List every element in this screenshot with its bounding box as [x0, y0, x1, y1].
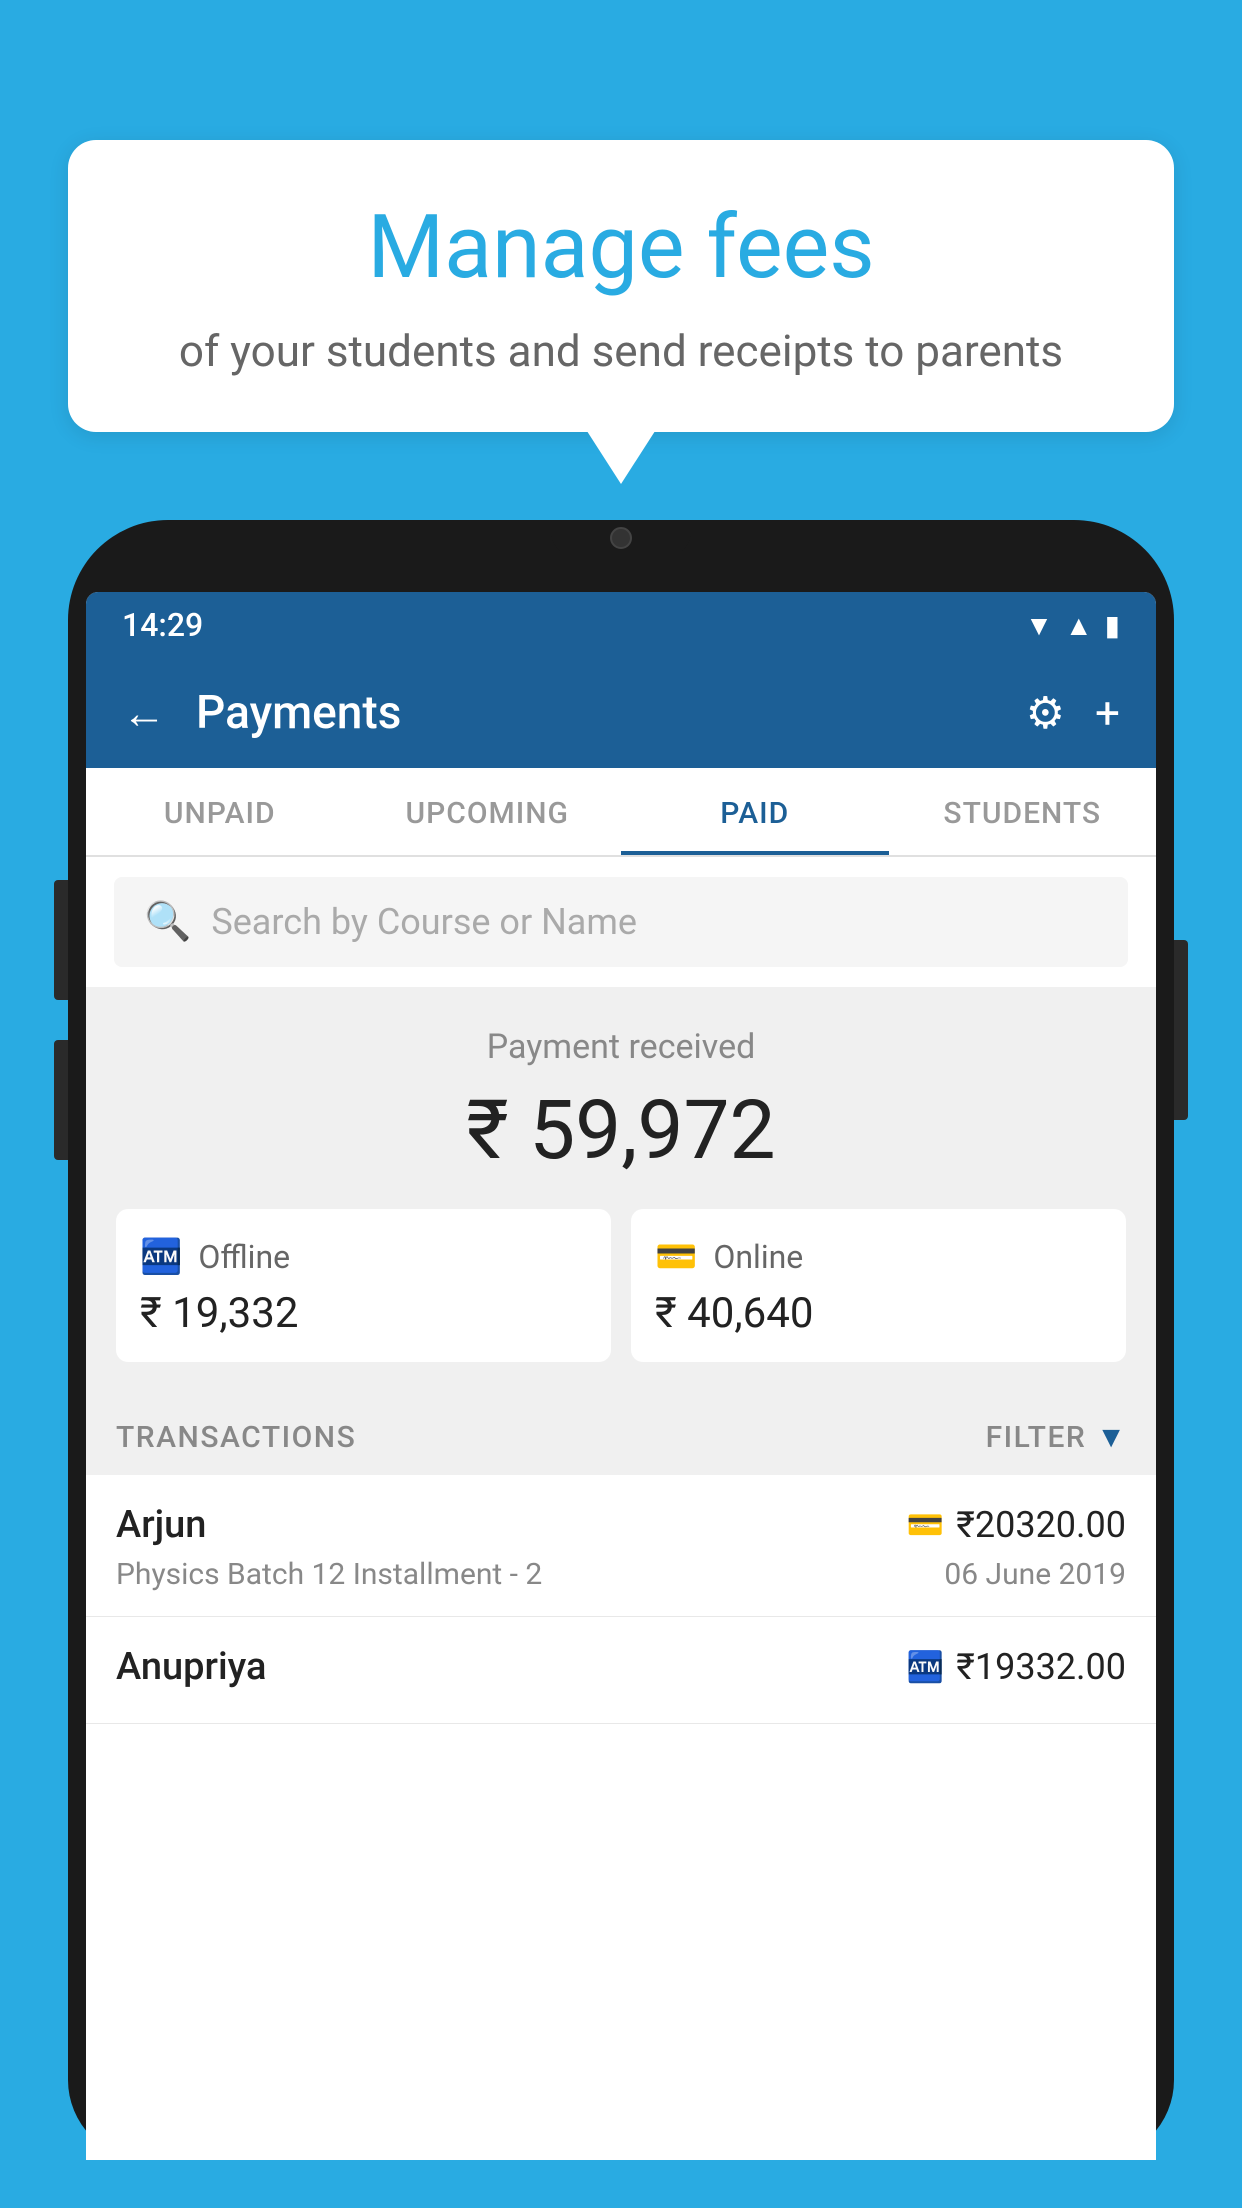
offline-label: Offline [198, 1238, 290, 1276]
offline-payment-icon: 🏧 [140, 1237, 182, 1277]
power-button[interactable] [1174, 940, 1188, 1120]
transaction-amount: ₹20320.00 [956, 1504, 1126, 1546]
amount-row: 🏧 ₹19332.00 [907, 1646, 1126, 1688]
app-bar-actions: ⚙ + [1026, 687, 1120, 739]
payment-received-label: Payment received [116, 1027, 1126, 1067]
payment-summary: Payment received ₹ 59,972 🏧 Offline ₹ 19… [86, 987, 1156, 1392]
search-icon: 🔍 [144, 900, 191, 944]
filter-icon[interactable]: ▼ [1096, 1420, 1126, 1455]
status-bar: 14:29 ▼ ▲ ▮ [86, 592, 1156, 658]
payment-cards: 🏧 Offline ₹ 19,332 💳 Online ₹ 40,640 [116, 1209, 1126, 1362]
tabs-container: UNPAID UPCOMING PAID STUDENTS [86, 768, 1156, 857]
status-icons: ▼ ▲ ▮ [1025, 609, 1120, 642]
transaction-list: Arjun 💳 ₹20320.00 Physics Batch 12 Insta… [86, 1475, 1156, 1724]
phone: 14:29 ▼ ▲ ▮ ← Payments ⚙ + UNPAID UPCO [68, 520, 1174, 2208]
app-title: Payments [196, 686, 996, 740]
filter-label: FILTER [986, 1420, 1087, 1455]
online-payment-icon: 💳 [907, 1508, 944, 1543]
status-time: 14:29 [122, 606, 203, 644]
transaction-date: 06 June 2019 [944, 1557, 1126, 1592]
battery-icon: ▮ [1105, 609, 1120, 642]
settings-icon[interactable]: ⚙ [1026, 687, 1065, 739]
online-payment-icon: 💳 [655, 1237, 697, 1277]
table-row[interactable]: Arjun 💳 ₹20320.00 Physics Batch 12 Insta… [86, 1475, 1156, 1617]
bubble-title: Manage fees [138, 200, 1104, 297]
back-button[interactable]: ← [122, 687, 166, 739]
search-input[interactable]: Search by Course or Name [211, 901, 637, 943]
signal-icon: ▲ [1065, 609, 1093, 642]
tab-upcoming[interactable]: UPCOMING [354, 768, 622, 855]
student-name: Anupriya [116, 1645, 266, 1689]
speech-bubble: Manage fees of your students and send re… [68, 140, 1174, 432]
online-payment-card: 💳 Online ₹ 40,640 [631, 1209, 1126, 1362]
front-camera [610, 527, 632, 549]
filter-group[interactable]: FILTER ▼ [986, 1420, 1126, 1455]
tab-students[interactable]: STUDENTS [889, 768, 1157, 855]
online-label: Online [713, 1238, 803, 1276]
phone-screen: 14:29 ▼ ▲ ▮ ← Payments ⚙ + UNPAID UPCO [86, 592, 1156, 2160]
search-bar[interactable]: 🔍 Search by Course or Name [114, 877, 1128, 967]
search-section: 🔍 Search by Course or Name [86, 857, 1156, 987]
phone-notch [551, 520, 691, 556]
transactions-header: TRANSACTIONS FILTER ▼ [86, 1392, 1156, 1475]
tab-paid[interactable]: PAID [621, 768, 889, 855]
add-button[interactable]: + [1095, 687, 1120, 739]
offline-amount: ₹ 19,332 [140, 1289, 587, 1338]
transaction-amount: ₹19332.00 [956, 1646, 1126, 1688]
amount-row: 💳 ₹20320.00 [907, 1504, 1126, 1546]
bubble-subtitle: of your students and send receipts to pa… [138, 325, 1104, 377]
volume-up-button[interactable] [54, 880, 68, 1000]
tab-unpaid[interactable]: UNPAID [86, 768, 354, 855]
table-row[interactable]: Anupriya 🏧 ₹19332.00 [86, 1617, 1156, 1724]
offline-payment-icon: 🏧 [907, 1650, 944, 1685]
volume-down-button[interactable] [54, 1040, 68, 1160]
transactions-label: TRANSACTIONS [116, 1420, 356, 1455]
app-bar: ← Payments ⚙ + [86, 658, 1156, 768]
course-info: Physics Batch 12 Installment - 2 [116, 1557, 542, 1592]
online-amount: ₹ 40,640 [655, 1289, 1102, 1338]
wifi-icon: ▼ [1025, 609, 1053, 642]
student-name: Arjun [116, 1503, 206, 1547]
offline-payment-card: 🏧 Offline ₹ 19,332 [116, 1209, 611, 1362]
total-payment-amount: ₹ 59,972 [116, 1083, 1126, 1179]
